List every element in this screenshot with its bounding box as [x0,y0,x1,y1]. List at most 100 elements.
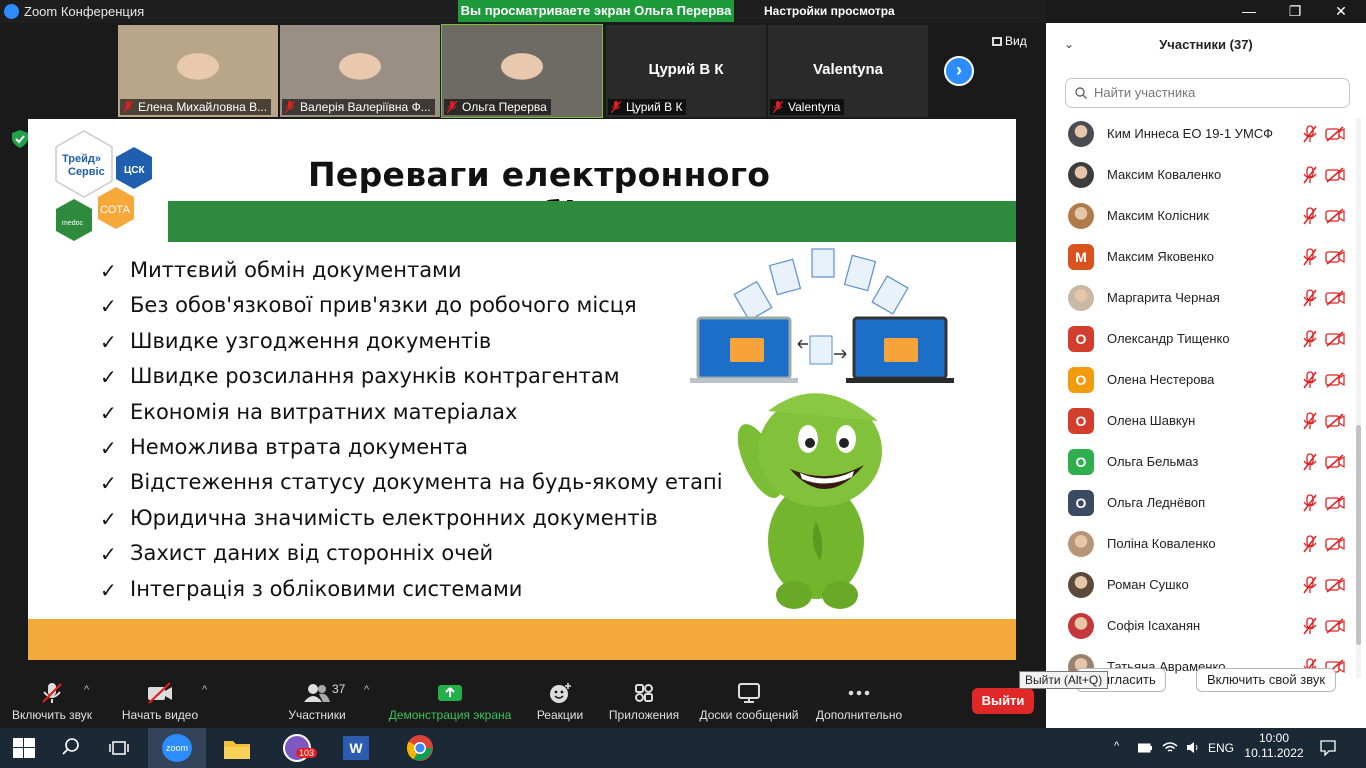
participant-row[interactable]: Максим Колісник [1046,197,1366,238]
participant-row[interactable]: O Олександр Тищенко [1046,320,1366,361]
avatar [1068,613,1094,639]
next-page-button[interactable]: › [944,56,974,86]
participant-row[interactable]: Роман Сушко [1046,566,1366,607]
encryption-shield-icon[interactable] [12,130,28,148]
avatar [1068,162,1094,188]
apps-label: Приложения [608,708,680,722]
slide-bullet-text: Неможлива втрата документа [130,434,468,459]
taskbar-search-icon[interactable] [62,738,80,756]
muted-microphone-icon [285,101,295,113]
participants-scrollbar-thumb[interactable] [1356,425,1361,645]
thumbnail-display-name: Цурий В К [648,61,724,78]
participant-row[interactable]: Софія Ісаханян [1046,607,1366,648]
muted-microphone-icon [1303,453,1317,471]
whiteboard-label: Доски сообщений [699,708,799,722]
audio-options-caret[interactable]: ^ [84,684,89,696]
participant-name: Ким Иннеса ЕО 19-1 УМСФ [1107,126,1274,141]
participants-options-caret[interactable]: ^ [364,684,369,696]
participant-row[interactable]: Маргарита Черная [1046,279,1366,320]
avatar: O [1068,490,1094,516]
video-off-icon [1325,413,1345,429]
taskbar-chrome[interactable] [392,728,450,768]
taskbar-file-explorer[interactable] [208,728,266,768]
thumbnail-name-label: Валерія Валеріївна Ф... [282,99,435,115]
participant-name: Олександр Тищенко [1107,331,1230,346]
participant-search-input[interactable] [1094,85,1334,100]
reactions-button[interactable]: Реакции [530,676,590,728]
participant-row[interactable]: O Олена Нестерова [1046,361,1366,402]
thumbnail-name-label: Елена Михайловна В... [120,99,272,115]
participant-name: Ольга Леднёвоп [1107,495,1206,510]
battery-icon[interactable] [1138,742,1152,754]
view-button[interactable]: Вид [992,34,1027,48]
participant-row[interactable]: Максим Коваленко [1046,156,1366,197]
participant-thumbnail[interactable]: Цурий В К Цурий В К [606,25,766,117]
video-off-icon [1325,372,1345,388]
slide-bullet-text: Без обов'язкової прив'язки до робочого м… [130,293,637,318]
whiteboard-button[interactable]: Доски сообщений [694,676,804,728]
participant-search-box[interactable] [1065,78,1350,108]
participant-thumbnail[interactable]: Valentyna Valentyna [768,25,928,117]
task-view-icon[interactable] [109,740,129,756]
volume-icon[interactable] [1186,741,1200,754]
trade-service-logo-line2: Сервіс [68,166,105,178]
notifications-icon[interactable] [1320,740,1336,756]
muted-microphone-icon [123,101,133,113]
leave-meeting-button[interactable]: Выйти [972,688,1034,714]
apps-button[interactable]: Приложения [604,676,684,728]
participant-name: Ольга Бельмаз [1107,454,1199,469]
windows-start-icon[interactable] [13,738,35,758]
participant-row[interactable]: M Максим Яковенко [1046,238,1366,279]
participant-name: Максим Коваленко [1107,167,1222,182]
participant-thumbnail[interactable]: Валерія Валеріївна Ф... [280,25,440,117]
wifi-icon[interactable] [1162,741,1178,754]
share-screen-label: Демонстрация экрана [388,708,512,722]
participants-list: Ким Иннеса ЕО 19-1 УМСФ Максим Коваленко М… [1046,115,1366,675]
document-exchange-illustration [690,248,954,383]
tray-overflow-icon[interactable]: ^ [1114,740,1119,752]
taskbar-viber[interactable]: 103 [268,728,326,768]
unmute-self-button[interactable]: Включить свой звук [1196,668,1336,692]
taskbar-zoom-app[interactable]: zoom [148,728,206,768]
participant-row[interactable]: O Ольга Леднёвоп [1046,484,1366,525]
participant-row[interactable]: Ким Иннеса ЕО 19-1 УМСФ [1046,115,1366,156]
participant-thumbnail[interactable]: Елена Михайловна В... [118,25,278,117]
start-video-button[interactable]: Начать видео [118,676,202,728]
participant-row[interactable]: Поліна Коваленко [1046,525,1366,566]
avatar [1068,285,1094,311]
grid-icon [992,37,1002,46]
participants-count: 37 [332,682,346,696]
muted-microphone-icon [1303,207,1317,225]
participants-label: Участники [288,708,346,722]
checkmark-icon: ✓ [100,259,117,283]
taskbar-clock[interactable]: 10:00 10.11.2022 [1244,731,1304,761]
language-indicator[interactable]: ENG [1208,741,1234,755]
avatar: O [1068,367,1094,393]
muted-microphone-icon [1303,371,1317,389]
more-icon [848,690,870,696]
view-options-button[interactable]: Настройки просмотра ⌄ [740,0,910,40]
muted-microphone-icon [1303,494,1317,512]
slide-bullet-text: Юридична значимість електронних документ… [130,505,658,530]
muted-microphone-icon [773,101,783,113]
muted-microphone-icon [447,101,457,113]
avatar [1068,203,1094,229]
restore-button[interactable]: ❐ [1272,0,1318,23]
green-mascot-illustration [737,393,882,609]
more-button[interactable]: Дополнительно [812,676,906,728]
slide-orange-bar [28,619,1016,660]
participants-panel: ⌄ Участники (37) Ким Иннеса ЕО 19-1 УМСФ… [1046,23,1366,728]
video-options-caret[interactable]: ^ [202,684,207,696]
taskbar-word[interactable]: W [328,728,386,768]
participant-row[interactable]: O Ольга Бельмаз [1046,443,1366,484]
avatar: O [1068,408,1094,434]
participant-thumbnail[interactable]: Ольга Перерва [441,24,603,118]
csk-logo-text: ЦСК [124,165,146,176]
close-window-button[interactable]: ✕ [1318,0,1364,23]
minimize-button[interactable]: — [1226,0,1272,23]
search-icon [1075,87,1087,99]
participant-name: Максим Яковенко [1107,249,1215,264]
participant-row[interactable]: O Олена Шавкун [1046,402,1366,443]
share-screen-button[interactable]: Демонстрация экрана [386,676,514,728]
slide-bullet-text: Миттєвий обмін документами [130,258,462,282]
